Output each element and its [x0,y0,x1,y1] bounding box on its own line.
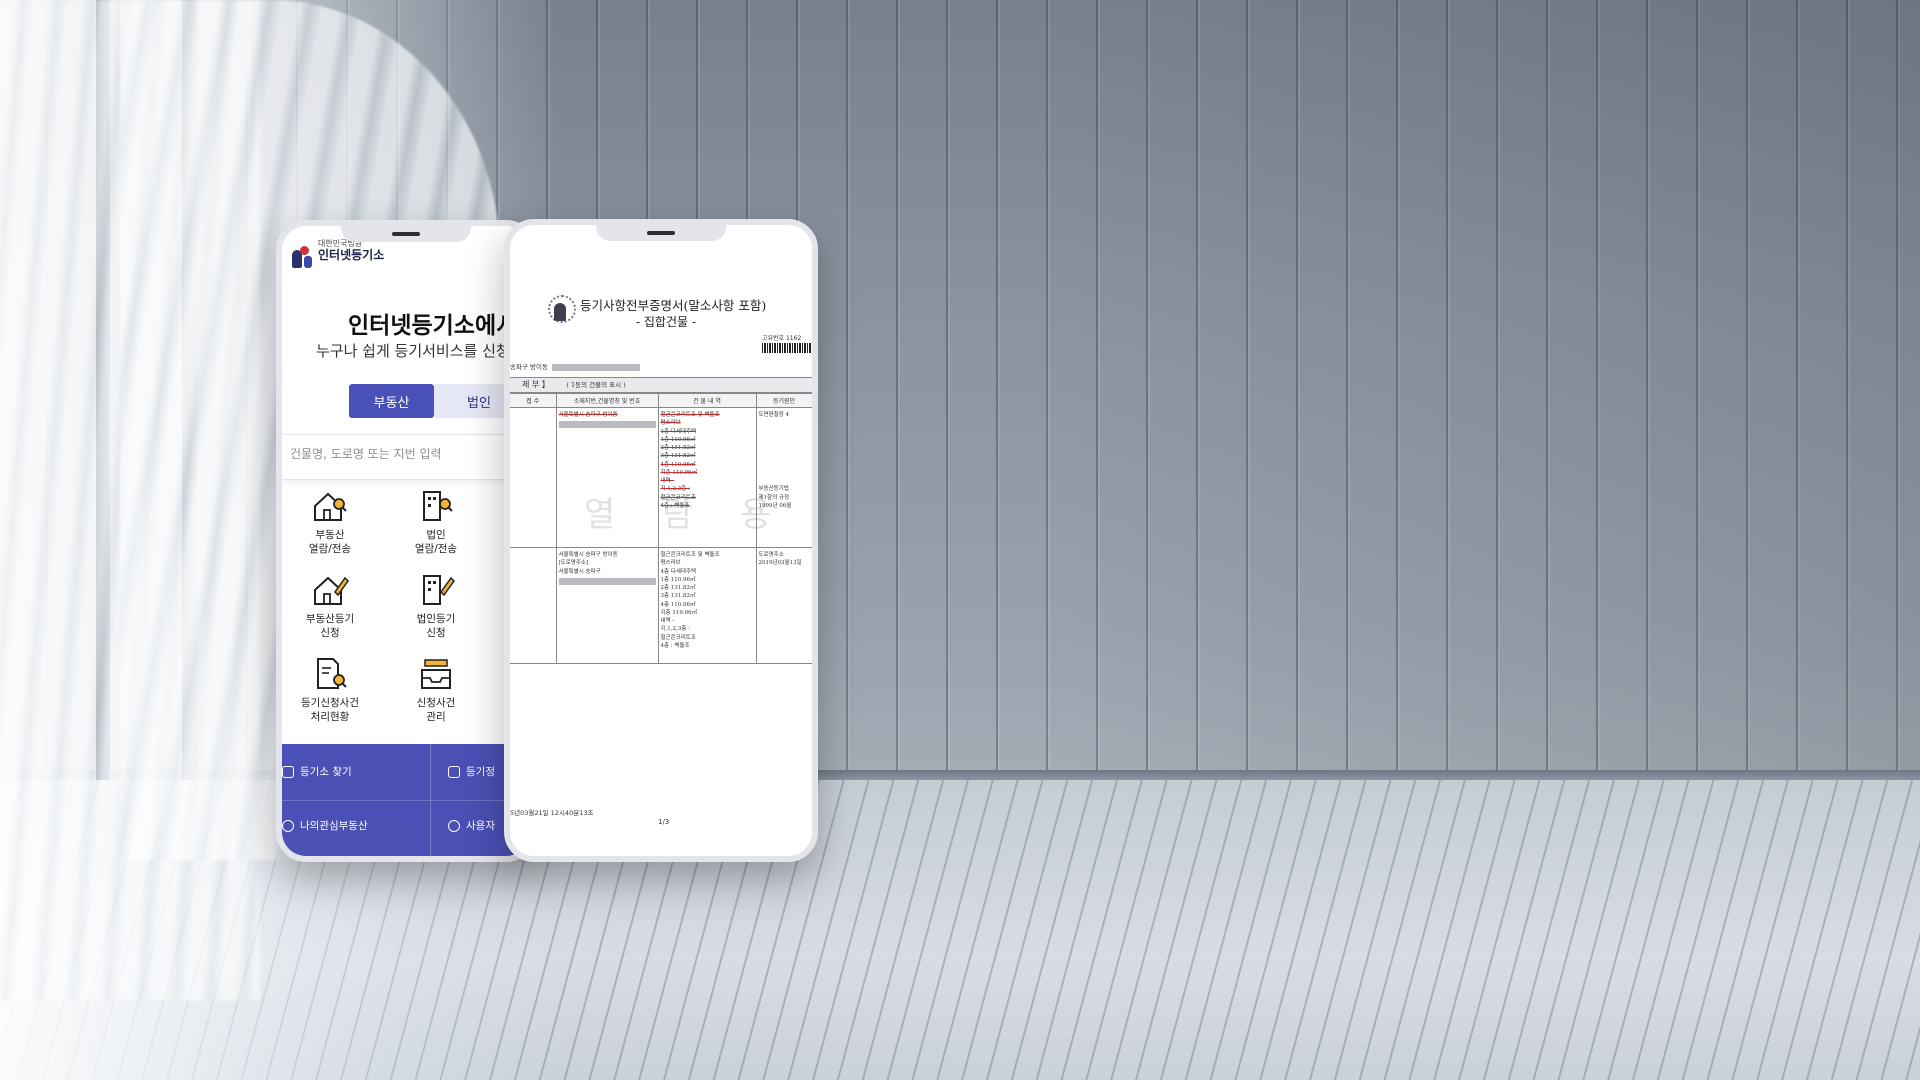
document-subtitle: - 집합건물 - [636,315,696,329]
menu-label: 법인 열람/전송 [414,529,458,556]
court-emblem-icon [290,240,314,270]
court-emblem-icon [548,295,576,323]
redaction-bar [558,421,656,429]
menu-label: 신청사건 관리 [416,697,456,724]
building-pencil-icon [423,575,455,605]
app-phone-mockup: 대한민국법원 인터넷등기소 인터넷등기소에서 누구나 쉽게 등기서비스를 신청 … [276,220,536,862]
menu-item-case-management[interactable]: 신청사건 관리 [388,656,484,724]
menu-label: 부동산 열람/전송 [308,529,352,556]
menu-item-real-estate-view[interactable]: 부동산 열람/전송 [282,488,378,556]
search-box [282,434,530,480]
phone-notch [596,225,726,241]
house-pencil-icon [314,576,349,605]
menu-label: 부동산등기 신청 [305,613,355,640]
clipboard-icon [448,765,460,778]
link-label: 등기소 찾기 [300,766,352,778]
menu-label: 법인등기 신청 [416,613,456,640]
column-header: 등기원인 [756,393,812,408]
column-header: 건 물 내 역 [658,393,757,408]
serial-number: 고유번호 1162 [762,335,802,342]
table-row: 서울특별시 송파구 방이동 [도로명주소] 서울특별시 송파구 철근콘크리트조 … [510,547,812,664]
menu-item-corporation-registration[interactable]: 법인등기 신청 [388,572,484,640]
table-cell: 도로명주소 2019년03월13일 [756,547,812,664]
redaction-bar [558,577,656,585]
check-circle-icon [282,819,294,832]
location-icon [282,765,294,778]
phone-notch [341,226,471,242]
link-user-support[interactable]: 사용자 [448,818,495,833]
address-text: 송파구 방이동 [510,363,548,371]
house-search-icon [314,492,347,521]
link-label: 사용자 [466,820,495,832]
barcode [762,343,812,353]
link-label: 나의관심부동산 [300,820,368,832]
document-title: 등기사항전부증명서(말소사항 포함) [580,298,767,313]
menu-item-case-status[interactable]: 등기신청사건 처리현황 [282,656,378,724]
link-label: 등기정 [466,766,495,778]
document-address: 송파구 방이동 [510,361,640,371]
redaction-bar [551,363,640,371]
app-logo[interactable]: 대한민국법원 인터넷등기소 [290,239,385,270]
logo-title: 인터넷등기소 [318,247,385,262]
document-phone-mockup: 등기사항전부증명서(말소사항 포함) - 집합건물 - 고유번호 1162 송파… [504,219,818,862]
tab-real-estate[interactable]: 부동산 [349,384,434,418]
menu-label: 등기신청사건 처리현황 [301,697,359,724]
registry-certificate: 등기사항전부증명서(말소사항 포함) - 집합건물 - 고유번호 1162 송파… [510,225,812,856]
column-header: 소재지번,건물명칭 및 번호 [556,393,659,408]
hero-title: 인터넷등기소에서 [348,313,518,339]
menu-item-corporation-view[interactable]: 법인 열람/전송 [388,488,484,556]
bottom-quick-links: 등기소 찾기 등기정 나의관심부동산 사용자 [282,744,530,856]
table-header-row: 접 수 소재지번,건물명칭 및 번호 건 물 내 역 등기원인 [510,393,812,408]
link-registry-info[interactable]: 등기정 [448,764,495,779]
app-screen: 대한민국법원 인터넷등기소 인터넷등기소에서 누구나 쉽게 등기서비스를 신청 … [282,226,530,856]
issue-timestamp: 5년03월21일 12시40분13초 [510,809,594,817]
menu-item-real-estate-registration[interactable]: 부동산등기 신청 [282,572,378,640]
section-title: 제 부 】 [522,380,550,389]
search-input[interactable] [290,447,530,461]
watermark: 열 람 용 [584,495,790,535]
building-search-icon [423,491,453,521]
link-find-registry-office[interactable]: 등기소 찾기 [282,764,352,779]
section-header: 제 부 】 ( 1동의 건물의 표시 ) [510,377,812,393]
table-cell: 철근콘크리트조 및 벽돌조 평스라브 4층 다세대주택 1층 110.96㎡ 2… [658,547,757,664]
inbox-tray-icon [421,659,451,689]
page-number: 1/3 [658,818,670,826]
table-cell: 서울특별시 송파구 방이동 [도로명주소] 서울특별시 송파구 [556,547,659,664]
table-cell [510,547,557,664]
phone-icon [448,819,460,832]
table-cell [510,407,557,548]
document-search-icon [317,658,347,689]
hero-subtitle: 누구나 쉽게 등기서비스를 신청 [316,342,510,360]
link-my-interest-property[interactable]: 나의관심부동산 [282,818,368,833]
divider [282,800,530,801]
column-header: 접 수 [510,393,557,408]
section-note: ( 1동의 건물의 표시 ) [566,381,626,389]
